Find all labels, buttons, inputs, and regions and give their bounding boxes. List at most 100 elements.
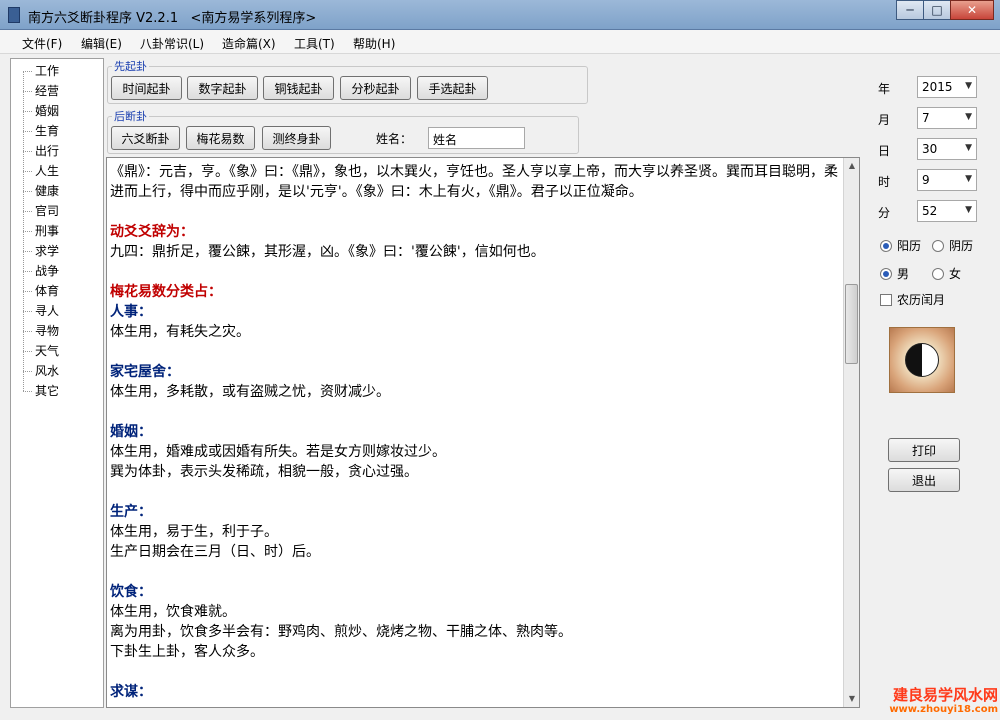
radio-dot xyxy=(932,267,944,280)
hour-value: 9 xyxy=(922,173,930,187)
scroll-up-icon[interactable]: ▲ xyxy=(844,158,859,174)
meihua-button[interactable]: 梅花易数 xyxy=(186,126,255,150)
lifetime-button[interactable]: 测终身卦 xyxy=(262,126,331,150)
year-value: 2015 xyxy=(922,80,953,94)
tree-item-birth[interactable]: 生育 xyxy=(23,122,59,140)
result-text-panel[interactable]: 《鼎》：元吉，亨。《象》曰：《鼎》，象也，以木巽火，亨饪也。圣人亨以享上帝，而大… xyxy=(106,157,860,708)
section-heading: 饮食： xyxy=(110,584,152,600)
coin-divination-button[interactable]: 铜钱起卦 xyxy=(263,76,334,100)
window-title: 南方六爻断卦程序 V2.2.1 <南方易学系列程序> xyxy=(28,11,317,26)
menu-help[interactable]: 帮助(H) xyxy=(353,35,395,52)
number-divination-button[interactable]: 数字起卦 xyxy=(187,76,258,100)
section-line: 巽为体卦，表示头发稀疏，相貌一般，贪心过强。 xyxy=(110,464,418,480)
radio-dot xyxy=(880,267,892,280)
menu-bagua[interactable]: 八卦常识(L) xyxy=(140,35,204,52)
male-radio[interactable]: 男 xyxy=(880,265,909,282)
liuyao-button[interactable]: 六爻断卦 xyxy=(111,126,180,150)
month-label: 月 xyxy=(878,113,891,127)
solar-label: 阳历 xyxy=(897,239,922,253)
section-line: 生产日期会在三月（日、时）后。 xyxy=(110,544,320,560)
female-radio[interactable]: 女 xyxy=(932,265,961,282)
close-button[interactable]: ✕ xyxy=(950,0,994,20)
scroll-down-icon[interactable]: ▼ xyxy=(844,691,859,707)
tree-item-fengshui[interactable]: 风水 xyxy=(23,362,59,380)
moving-line-text: 九四：鼎折足，覆公餗，其形渥，凶。《象》曰：'覆公餗'，信如何也。 xyxy=(110,244,545,260)
exit-button[interactable]: 退出 xyxy=(888,468,960,492)
category-tree: 工作 经营 婚姻 生育 出行 人生 健康 官司 刑事 求学 战争 体育 寻人 寻… xyxy=(10,58,104,708)
month-select[interactable]: 7 ▼ xyxy=(917,107,977,129)
female-label: 女 xyxy=(949,267,962,281)
leap-month-label: 农历闰月 xyxy=(897,293,946,307)
male-label: 男 xyxy=(897,267,910,281)
minute-select[interactable]: 52 ▼ xyxy=(917,200,977,222)
minute-value: 52 xyxy=(922,204,938,218)
vertical-scrollbar[interactable]: ▲ ▼ xyxy=(843,158,859,707)
tree-item-other[interactable]: 其它 xyxy=(23,382,59,400)
watermark-title: 建良易学风水网 xyxy=(892,686,998,704)
minute-label: 分 xyxy=(878,206,891,220)
tree-item-life[interactable]: 人生 xyxy=(23,162,59,180)
section-line: 下卦生上卦，客人众多。 xyxy=(110,644,264,660)
name-label: 姓名： xyxy=(376,132,413,146)
section-line: 体生用，有耗失之灾。 xyxy=(110,324,250,340)
hour-select[interactable]: 9 ▼ xyxy=(917,169,977,191)
minimize-button[interactable]: ─ xyxy=(896,0,924,20)
section-heading: 家宅屋舍： xyxy=(110,364,180,380)
section-line: 体生用，易于生，利于子。 xyxy=(110,524,278,540)
menu-file[interactable]: 文件(F) xyxy=(22,35,62,52)
tree-item-health[interactable]: 健康 xyxy=(23,182,59,200)
taiji-bagua-icon xyxy=(889,327,955,393)
chevron-down-icon: ▼ xyxy=(965,205,972,215)
year-label: 年 xyxy=(878,82,891,96)
chevron-down-icon: ▼ xyxy=(965,81,972,91)
watermark-url: www.zhouyi18.com xyxy=(889,704,998,715)
menu-tools[interactable]: 工具(T) xyxy=(294,35,335,52)
menu-edit[interactable]: 编辑(E) xyxy=(81,35,122,52)
section-heading: 生产： xyxy=(110,504,152,520)
interpretation-group-title: 后断卦 xyxy=(112,108,149,124)
section-line: 离为用卦，饮食多半会有：野鸡肉、煎炒、烧烤之物、干脯之体、熟肉等。 xyxy=(110,624,572,640)
tree-item-weather[interactable]: 天气 xyxy=(23,342,59,360)
name-input[interactable]: 姓名 xyxy=(428,127,525,149)
tree-item-find-person[interactable]: 寻人 xyxy=(23,302,59,320)
print-button[interactable]: 打印 xyxy=(888,438,960,462)
year-select[interactable]: 2015 ▼ xyxy=(917,76,977,98)
tree-item-criminal[interactable]: 刑事 xyxy=(23,222,59,240)
lunar-radio[interactable]: 阴历 xyxy=(932,237,973,254)
tree-item-travel[interactable]: 出行 xyxy=(23,142,59,160)
moving-line-heading: 动爻爻辞为： xyxy=(110,224,194,240)
window-controls: ─ □ ✕ xyxy=(896,0,994,20)
menu-zaoming[interactable]: 造命篇(X) xyxy=(222,35,276,52)
section-heading: 人事： xyxy=(110,304,152,320)
result-text: 《鼎》：元吉，亨。《象》曰：《鼎》，象也，以木巽火，亨饪也。圣人亨以享上帝，而大… xyxy=(110,162,840,702)
maximize-button[interactable]: □ xyxy=(923,0,951,20)
section-line: 体生用，多耗散，或有盗贼之忧，资财减少。 xyxy=(110,384,390,400)
tree-item-find-object[interactable]: 寻物 xyxy=(23,322,59,340)
manual-divination-button[interactable]: 手选起卦 xyxy=(417,76,488,100)
meihua-heading: 梅花易数分类占： xyxy=(110,284,222,300)
tree-item-sports[interactable]: 体育 xyxy=(23,282,59,300)
section-line: 体生用，婚难成或因婚有所失。若是女方则嫁妆过少。 xyxy=(110,444,446,460)
tree-item-business[interactable]: 经营 xyxy=(23,82,59,100)
scroll-thumb[interactable] xyxy=(845,284,858,364)
tree-item-marriage[interactable]: 婚姻 xyxy=(23,102,59,120)
title-bar: 南方六爻断卦程序 V2.2.1 <南方易学系列程序> ─ □ ✕ xyxy=(0,0,1000,30)
tree-item-lawsuit[interactable]: 官司 xyxy=(23,202,59,220)
section-heading: 求谋： xyxy=(110,684,152,700)
day-label: 日 xyxy=(878,144,891,158)
day-select[interactable]: 30 ▼ xyxy=(917,138,977,160)
tree-item-study[interactable]: 求学 xyxy=(23,242,59,260)
day-value: 30 xyxy=(922,142,938,156)
leap-month-checkbox[interactable]: 农历闰月 xyxy=(880,291,945,308)
time-divination-button[interactable]: 时间起卦 xyxy=(111,76,182,100)
yin-yang-icon xyxy=(905,343,939,377)
solar-radio[interactable]: 阳历 xyxy=(880,237,921,254)
tree-item-war[interactable]: 战争 xyxy=(23,262,59,280)
chevron-down-icon: ▼ xyxy=(965,174,972,184)
radio-dot xyxy=(880,239,892,252)
divination-group-title: 先起卦 xyxy=(112,58,149,74)
tree-item-work[interactable]: 工作 xyxy=(23,62,59,80)
chevron-down-icon: ▼ xyxy=(965,112,972,122)
app-icon xyxy=(8,7,20,23)
seconds-divination-button[interactable]: 分秒起卦 xyxy=(340,76,411,100)
